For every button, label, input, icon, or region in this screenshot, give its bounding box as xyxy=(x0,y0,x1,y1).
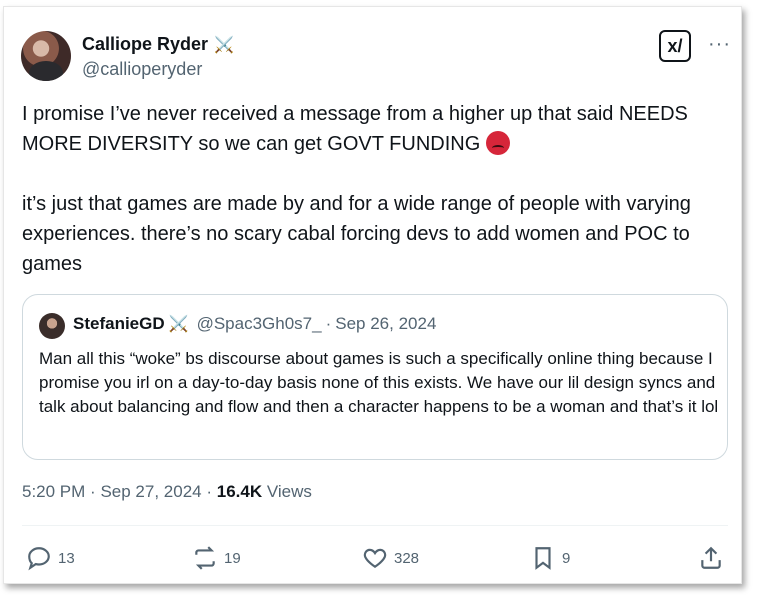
repost-icon xyxy=(195,546,215,570)
quoted-tweet-header: StefanieGD ⚔️ @Spac3Gh0s7_ · Sep 26, 202… xyxy=(73,314,436,334)
author-name[interactable]: Calliope Ryder xyxy=(82,34,208,55)
separator-dot: · xyxy=(90,482,96,501)
repost-count: 19 xyxy=(224,549,241,567)
author-handle[interactable]: @callioperyder xyxy=(82,59,202,80)
tweet-paragraph-1: I promise I’ve never received a message … xyxy=(22,103,688,155)
heart-icon xyxy=(363,548,387,568)
grok-icon[interactable]: x/ xyxy=(659,30,691,62)
quoted-tweet-text: Man all this “woke” bs discourse about g… xyxy=(39,349,719,416)
separator-dot: · xyxy=(206,482,213,501)
tweet-paragraph-2: it’s just that games are made by and for… xyxy=(22,193,691,275)
action-bar: 13 19 328 9 xyxy=(4,539,741,575)
reply-button[interactable]: 13 xyxy=(26,545,75,571)
like-count: 328 xyxy=(394,549,420,567)
tweet-time[interactable]: 5:20 PM xyxy=(22,482,85,501)
quoted-author-name[interactable]: StefanieGD xyxy=(73,314,165,334)
like-button[interactable]: 328 xyxy=(362,545,419,571)
quoted-tweet-date[interactable]: Sep 26, 2024 xyxy=(335,314,436,334)
bookmark-count: 9 xyxy=(562,549,571,567)
crossed-swords-icon: ⚔️ xyxy=(214,36,234,54)
quoted-author-avatar[interactable] xyxy=(39,313,65,339)
author-avatar[interactable] xyxy=(21,31,71,81)
tweet-card: Calliope Ryder ⚔️ @callioperyder x/ ··· … xyxy=(3,6,742,584)
author-name-row[interactable]: Calliope Ryder ⚔️ xyxy=(82,34,234,55)
repost-button[interactable]: 19 xyxy=(192,545,241,571)
divider xyxy=(22,525,728,526)
more-options-icon[interactable]: ··· xyxy=(708,33,731,56)
quoted-tweet[interactable]: StefanieGD ⚔️ @Spac3Gh0s7_ · Sep 26, 202… xyxy=(22,294,728,460)
separator-dot: · xyxy=(325,314,332,333)
bookmark-icon xyxy=(535,547,551,570)
share-icon xyxy=(701,546,721,569)
tweet-text: I promise I’ve never received a message … xyxy=(22,99,722,279)
reply-count: 13 xyxy=(58,549,75,567)
tweet-metadata: 5:20 PM · Sep 27, 2024 · 16.4K Views xyxy=(22,482,312,502)
reply-icon xyxy=(28,547,50,571)
views-label: Views xyxy=(266,482,312,501)
share-button[interactable] xyxy=(698,545,724,571)
views-count: 16.4K xyxy=(216,482,263,501)
angry-face-icon xyxy=(485,131,510,155)
quoted-author-handle: @Spac3Gh0s7_ xyxy=(196,314,322,333)
tweet-date[interactable]: Sep 27, 2024 xyxy=(100,482,201,501)
crossed-swords-icon: ⚔️ xyxy=(168,316,189,333)
bookmark-button[interactable]: 9 xyxy=(530,545,570,571)
